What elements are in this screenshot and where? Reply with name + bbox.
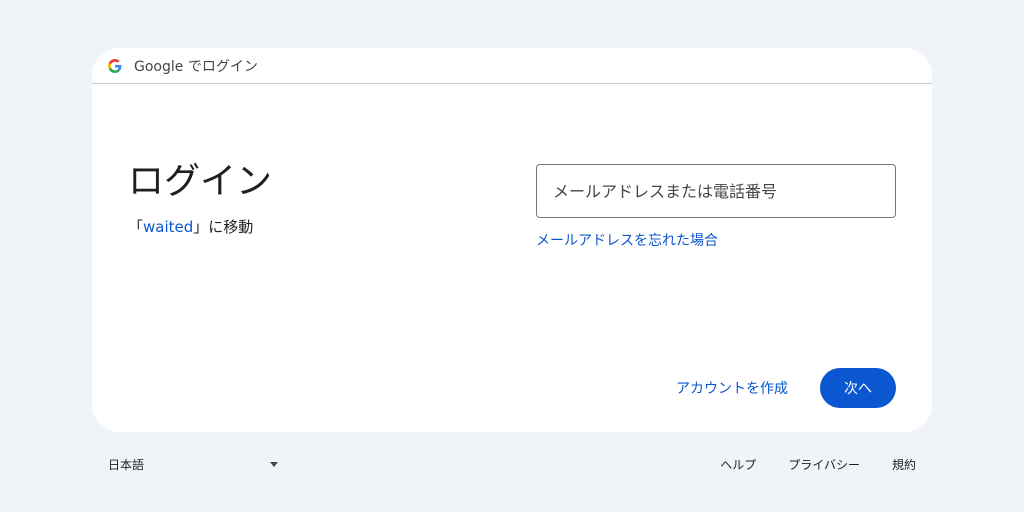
card-header: Google でログイン [92,48,932,84]
chevron-down-icon [270,461,278,467]
google-g-icon [108,58,122,73]
page-title: ログイン [128,161,273,202]
footer-link-privacy[interactable]: プライバシー [788,456,860,473]
subtitle-site-link[interactable]: waited [143,218,193,236]
language-select[interactable]: 日本語 [108,448,278,480]
next-button[interactable]: 次へ [820,368,896,408]
login-card: Google でログイン ログイン 「waited」に移動 メールアドレスを忘れ… [92,48,932,432]
language-label: 日本語 [108,457,145,472]
footer-link-terms[interactable]: 規約 [892,456,916,473]
footer-links: ヘルプ プライバシー 規約 [688,448,916,480]
create-account-button[interactable]: アカウントを作成 [652,368,812,408]
footer-link-help[interactable]: ヘルプ [720,456,756,473]
subtitle: 「waited」に移動 [128,216,253,237]
email-field-container [536,164,896,218]
email-field[interactable] [537,165,895,217]
subtitle-prefix: 「 [128,218,144,236]
subtitle-suffix: 」に移動 [193,218,254,236]
forgot-email-link[interactable]: メールアドレスを忘れた場合 [536,230,718,250]
header-text: Google でログイン [134,58,258,75]
footer: 日本語 ヘルプ プライバシー 規約 [92,448,932,480]
